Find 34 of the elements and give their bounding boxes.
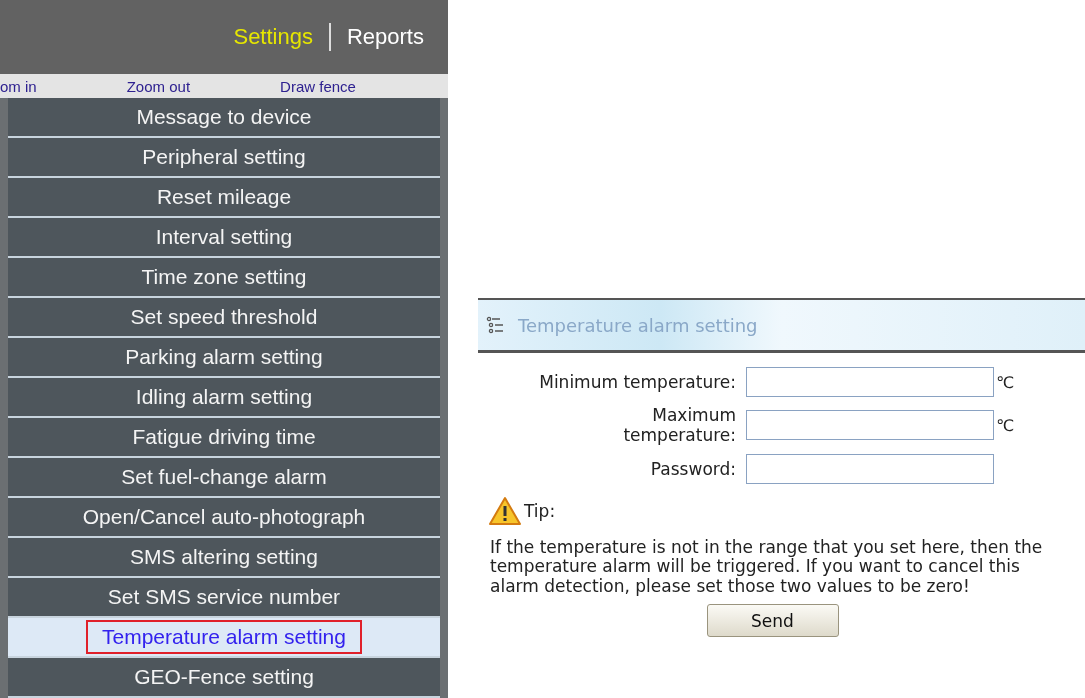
- input-field[interactable]: [746, 410, 994, 441]
- menu-item[interactable]: Parking alarm setting: [8, 338, 440, 378]
- nav-link[interactable]: Reports: [346, 24, 424, 50]
- menu-item[interactable]: Time zone setting: [8, 258, 440, 298]
- menu-item[interactable]: Message to device: [8, 98, 440, 138]
- field-label: Minimum temperature:: [538, 371, 736, 393]
- field-label: Maximum temperature:: [622, 405, 736, 446]
- field-label: Password:: [649, 458, 736, 479]
- nav-link[interactable]: Settings: [233, 24, 313, 50]
- send-button[interactable]: Send: [706, 604, 839, 638]
- toolbar-link[interactable]: Draw fence: [280, 77, 356, 95]
- toolbar-link[interactable]: om in: [0, 77, 37, 95]
- menu-item[interactable]: Open/Cancel auto-photograph: [8, 498, 440, 538]
- menu-item[interactable]: Set fuel-change alarm: [8, 458, 440, 498]
- toolbar-link[interactable]: Zoom out: [126, 77, 191, 95]
- tip-label: Tip:: [524, 500, 556, 521]
- menu-item[interactable]: SMS altering setting: [8, 538, 440, 578]
- menu-item[interactable]: Set SMS service number: [8, 578, 440, 618]
- panel-title: Temperature alarm setting: [518, 314, 758, 336]
- menu-item[interactable]: Interval setting: [8, 218, 440, 258]
- tip-text: If the temperature is not in the range that you set here, then the temperature alarm will be triggered. If you want to cancel this alarm detection, please set those two values to be zero!: [490, 537, 1044, 597]
- menu-item[interactable]: Reset mileage: [8, 178, 440, 218]
- menu-item[interactable]: Idling alarm setting: [8, 378, 440, 418]
- input-field[interactable]: [746, 367, 994, 397]
- warning-icon: [488, 495, 522, 526]
- input-field[interactable]: [746, 453, 994, 484]
- menu-item[interactable]: Set speed threshold: [8, 298, 440, 338]
- unit-label: ℃: [996, 372, 1015, 392]
- list-icon: [486, 316, 506, 334]
- menu-item[interactable]: Temperature alarm setting: [8, 618, 440, 658]
- menu-item[interactable]: Peripheral setting: [8, 138, 440, 178]
- unit-label: ℃: [996, 415, 1015, 435]
- menu-item[interactable]: Fatigue driving time: [8, 418, 440, 458]
- menu-item[interactable]: GEO-Fence setting: [8, 658, 440, 698]
